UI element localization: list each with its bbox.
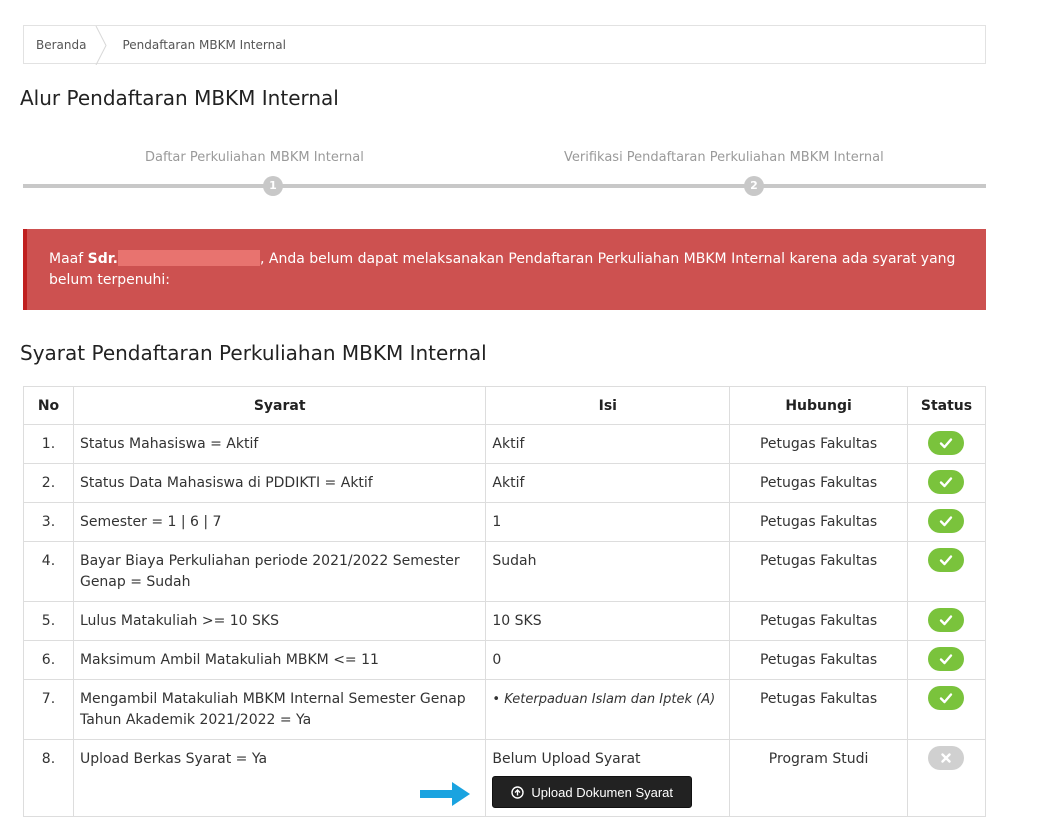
row-isi: 1 xyxy=(485,502,731,542)
row-isi: • Keterpaduan Islam dan Iptek (A) xyxy=(485,679,731,740)
syarat-title: Syarat Pendaftaran Perkuliahan MBKM Inte… xyxy=(20,341,487,365)
row-hubungi: Petugas Fakultas xyxy=(729,679,908,740)
row-hubungi: Petugas Fakultas xyxy=(729,463,908,503)
table-row: 1. Status Mahasiswa = Aktif Aktif Petuga… xyxy=(23,424,987,464)
row-hubungi: Petugas Fakultas xyxy=(729,424,908,464)
check-icon xyxy=(928,686,965,710)
row-isi: Aktif xyxy=(485,463,731,503)
row-no: 3. xyxy=(23,502,74,542)
table-row: 3. Semester = 1 | 6 | 7 1 Petugas Fakult… xyxy=(23,502,987,542)
col-header-no: No xyxy=(23,386,74,425)
row-hubungi: Petugas Fakultas xyxy=(729,640,908,680)
row-syarat: Mengambil Matakuliah MBKM Internal Semes… xyxy=(72,679,487,740)
row-hubungi: Petugas Fakultas xyxy=(729,502,908,542)
row-status xyxy=(906,424,987,464)
row-syarat: Status Data Mahasiswa di PDDIKTI = Aktif xyxy=(72,463,487,503)
row-hubungi: Program Studi xyxy=(729,739,908,817)
step-progress-line xyxy=(23,184,986,188)
alur-title: Alur Pendaftaran MBKM Internal xyxy=(20,86,339,110)
row-isi-text: Belum Upload Syarat xyxy=(492,751,641,767)
row-isi: 0 xyxy=(485,640,731,680)
row-isi: Sudah xyxy=(485,541,731,602)
check-icon xyxy=(928,470,965,494)
row-isi: 10 SKS xyxy=(485,601,731,641)
row-syarat: Status Mahasiswa = Aktif xyxy=(72,424,487,464)
alert-salutation: Sdr. xyxy=(87,251,118,267)
alert-prefix: Maaf xyxy=(49,251,88,267)
col-header-isi: Isi xyxy=(485,386,731,425)
breadcrumb-separator-icon xyxy=(96,26,114,65)
row-no: 2. xyxy=(23,463,74,503)
step-1-marker: 1 xyxy=(263,176,283,196)
table-row: 8. Upload Berkas Syarat = Ya Belum Uploa… xyxy=(23,739,987,817)
row-status xyxy=(906,502,987,542)
row-no: 4. xyxy=(23,541,74,602)
row-status xyxy=(906,739,987,817)
row-hubungi: Petugas Fakultas xyxy=(729,601,908,641)
step-2-label: Verifikasi Pendaftaran Perkuliahan MBKM … xyxy=(564,150,884,165)
check-icon xyxy=(928,647,965,671)
breadcrumb-home-link[interactable]: Beranda xyxy=(24,26,100,63)
col-header-syarat: Syarat xyxy=(72,386,487,425)
table-row: 7. Mengambil Matakuliah MBKM Internal Se… xyxy=(23,679,987,740)
row-no: 6. xyxy=(23,640,74,680)
col-header-status: Status xyxy=(906,386,987,425)
check-icon xyxy=(928,509,965,533)
upload-dokumen-button[interactable]: Upload Dokumen Syarat xyxy=(492,776,693,808)
table-row: 5. Lulus Matakuliah >= 10 SKS 10 SKS Pet… xyxy=(23,601,987,641)
check-icon xyxy=(928,431,965,455)
table-row: 4. Bayar Biaya Perkuliahan periode 2021/… xyxy=(23,541,987,602)
row-no: 8. xyxy=(23,739,74,817)
table-header-row: No Syarat Isi Hubungi Status xyxy=(23,386,987,425)
pointer-arrow-icon xyxy=(420,782,470,806)
row-status xyxy=(906,463,987,503)
row-syarat: Bayar Biaya Perkuliahan periode 2021/202… xyxy=(72,541,487,602)
row-isi: Belum Upload Syarat Upload Dokumen Syara… xyxy=(485,739,731,817)
check-icon xyxy=(928,548,965,572)
registration-steps: Daftar Perkuliahan MBKM Internal Verifik… xyxy=(23,140,986,200)
row-isi: Aktif xyxy=(485,424,731,464)
upload-button-label: Upload Dokumen Syarat xyxy=(531,784,674,800)
upload-icon xyxy=(511,785,525,799)
cross-icon xyxy=(928,746,965,770)
redacted-name xyxy=(117,250,260,266)
row-no: 7. xyxy=(23,679,74,740)
row-status xyxy=(906,640,987,680)
row-no: 5. xyxy=(23,601,74,641)
row-status xyxy=(906,541,987,602)
row-syarat: Maksimum Ambil Matakuliah MBKM <= 11 xyxy=(72,640,487,680)
requirements-table: No Syarat Isi Hubungi Status 1. Status M… xyxy=(23,386,987,817)
row-hubungi: Petugas Fakultas xyxy=(729,541,908,602)
row-syarat: Lulus Matakuliah >= 10 SKS xyxy=(72,601,487,641)
row-syarat: Semester = 1 | 6 | 7 xyxy=(72,502,487,542)
row-status xyxy=(906,679,987,740)
step-2-marker: 2 xyxy=(744,176,764,196)
requirement-alert: Maaf Sdr., Anda belum dapat melaksanakan… xyxy=(23,229,986,310)
step-1-label: Daftar Perkuliahan MBKM Internal xyxy=(145,150,364,165)
check-icon xyxy=(928,608,965,632)
row-status xyxy=(906,601,987,641)
breadcrumb: Beranda Pendaftaran MBKM Internal xyxy=(23,25,986,65)
breadcrumb-current: Pendaftaran MBKM Internal xyxy=(122,37,286,52)
table-row: 2. Status Data Mahasiswa di PDDIKTI = Ak… xyxy=(23,463,987,503)
table-row: 6. Maksimum Ambil Matakuliah MBKM <= 11 … xyxy=(23,640,987,680)
row-no: 1. xyxy=(23,424,74,464)
col-header-hubungi: Hubungi xyxy=(729,386,908,425)
